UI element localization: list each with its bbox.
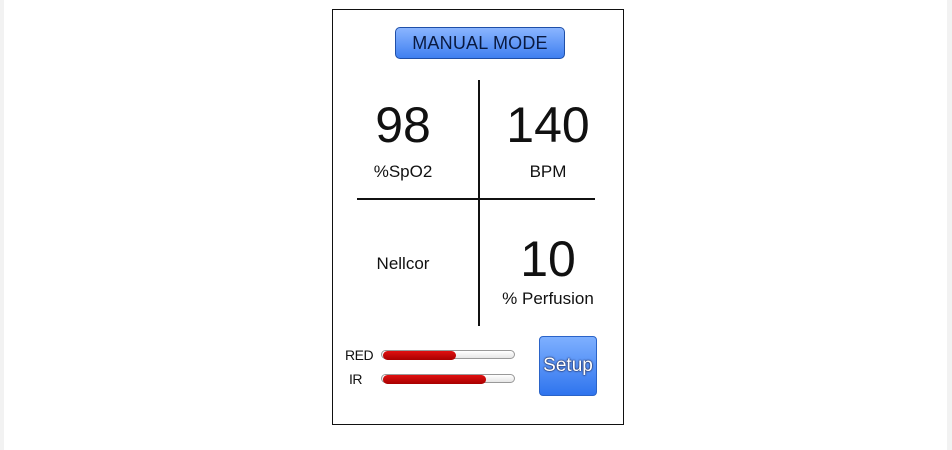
perfusion-unit-label: % Perfusion (502, 289, 594, 308)
oximeter-display: MANUAL MODE 98 %SpO2 140 BPM Nellcor 10 … (332, 9, 624, 425)
red-signal-bar (381, 350, 515, 360)
spo2-value: 98 (375, 97, 431, 153)
ir-signal-label: IR (349, 371, 363, 387)
quadrant-divider-vertical (478, 80, 480, 326)
setup-button[interactable]: Setup (539, 336, 597, 396)
red-signal-fill (383, 351, 456, 360)
pulse-rate-unit-label: BPM (529, 162, 567, 181)
perfusion-value: 10 (520, 231, 576, 287)
pulse-rate-value: 140 (506, 97, 590, 153)
ir-signal-fill (383, 375, 486, 384)
quadrant-divider-horizontal (357, 198, 595, 200)
sensor-brand-label: Nellcor (376, 254, 430, 273)
ir-signal-bar (381, 374, 515, 384)
red-signal-label: RED (345, 347, 374, 363)
screen-background: MANUAL MODE 98 %SpO2 140 BPM Nellcor 10 … (4, 0, 947, 450)
manual-mode-button[interactable]: MANUAL MODE (395, 27, 565, 59)
spo2-unit-label: %SpO2 (373, 162, 433, 181)
